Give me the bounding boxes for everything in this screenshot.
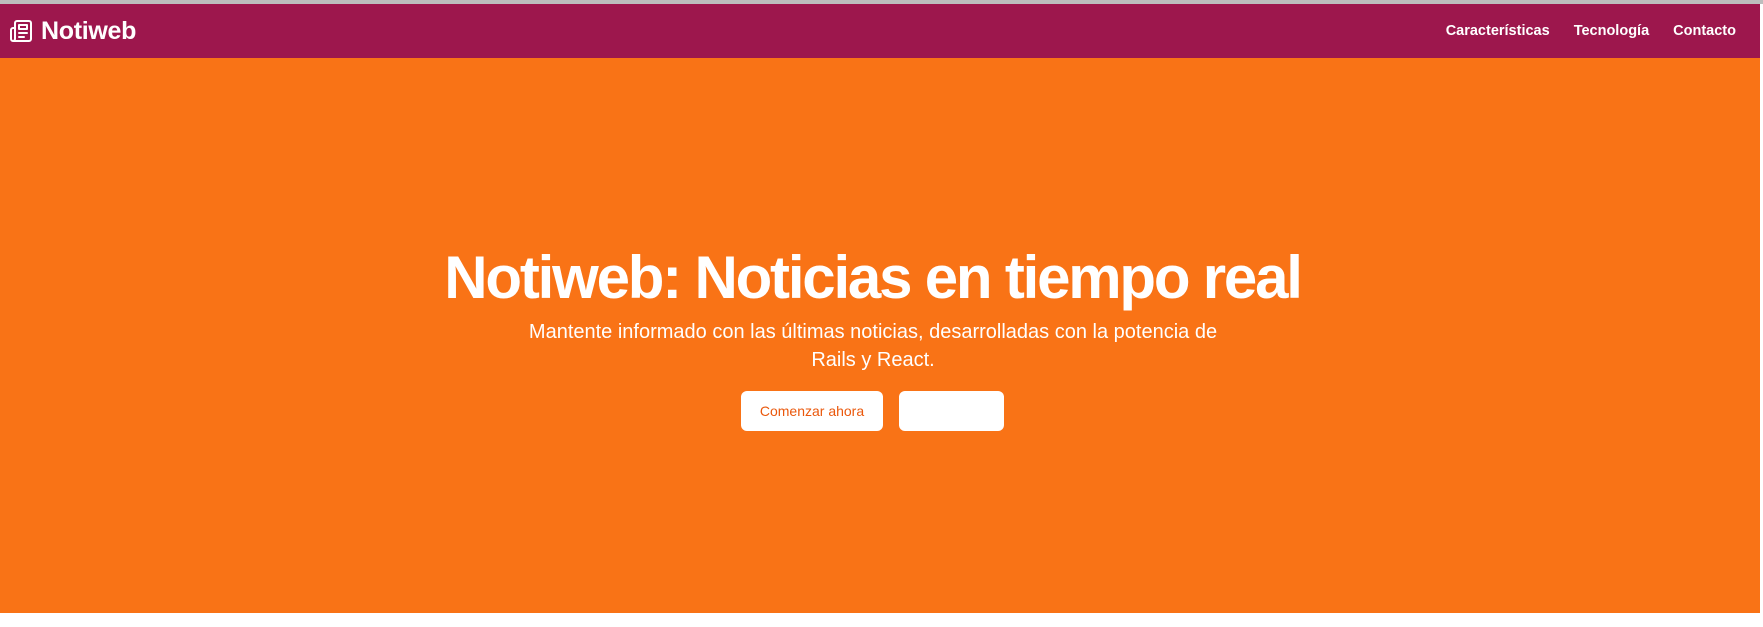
hero-title: Notiweb: Noticias en tiempo real xyxy=(444,244,1303,311)
page: Notiweb Características Tecnología Conta… xyxy=(0,0,1763,627)
nav-link-caracteristicas[interactable]: Características xyxy=(1446,23,1550,39)
start-now-button[interactable]: Comenzar ahora xyxy=(741,391,883,431)
hero-buttons: Comenzar ahora xyxy=(0,391,1745,431)
nav-links: Características Tecnología Contacto xyxy=(1446,23,1736,39)
hero-section: Notiweb: Noticias en tiempo real Mantent… xyxy=(0,58,1760,613)
brand-link[interactable]: Notiweb xyxy=(9,17,136,46)
brand-name: Notiweb xyxy=(41,16,137,45)
nav-link-tecnologia[interactable]: Tecnología xyxy=(1574,23,1649,39)
hero-subtitle: Mantente informado con las últimas notic… xyxy=(528,321,1218,371)
bottom-edge xyxy=(0,613,1763,627)
navbar: Notiweb Características Tecnología Conta… xyxy=(0,4,1760,58)
secondary-button[interactable] xyxy=(899,391,1004,431)
newspaper-icon xyxy=(9,19,33,43)
nav-link-contacto[interactable]: Contacto xyxy=(1673,23,1736,39)
